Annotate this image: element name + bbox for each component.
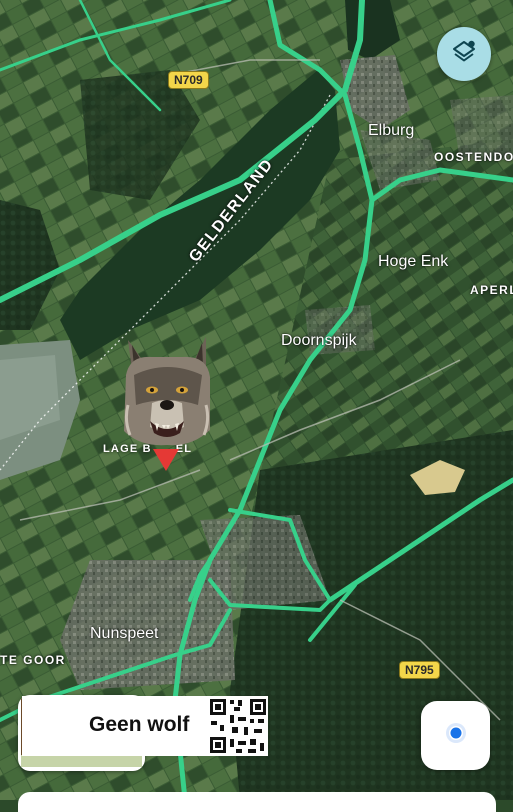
- layers-button[interactable]: [437, 27, 491, 81]
- banner-text: Geen wolf: [89, 713, 190, 736]
- place-label-te-goor: TE GOOR: [0, 653, 66, 667]
- qr-code-icon: [208, 697, 268, 760]
- bottom-sheet-handle[interactable]: [18, 792, 496, 812]
- place-label-oostendorp: OOSTENDO: [434, 150, 513, 164]
- place-label-nunspeet: Nunspeet: [90, 625, 159, 642]
- place-label-hoge-enk: Hoge Enk: [378, 253, 449, 270]
- road-shield-n709: N709: [168, 71, 209, 89]
- layers-icon: [450, 38, 478, 71]
- place-label-aperloo: APERL: [470, 283, 513, 297]
- place-label-doornspijk: Doornspijk: [281, 332, 357, 349]
- location-pin-icon[interactable]: [151, 447, 181, 478]
- geen-wolf-banner: Geen wolf: [22, 696, 268, 756]
- place-label-elburg: Elburg: [368, 122, 415, 139]
- my-location-button[interactable]: [421, 701, 490, 770]
- my-location-icon: [441, 718, 471, 753]
- road-shield-n795: N795: [399, 661, 440, 679]
- satellite-map[interactable]: [0, 0, 513, 800]
- wolf-sticker-image: [122, 335, 212, 448]
